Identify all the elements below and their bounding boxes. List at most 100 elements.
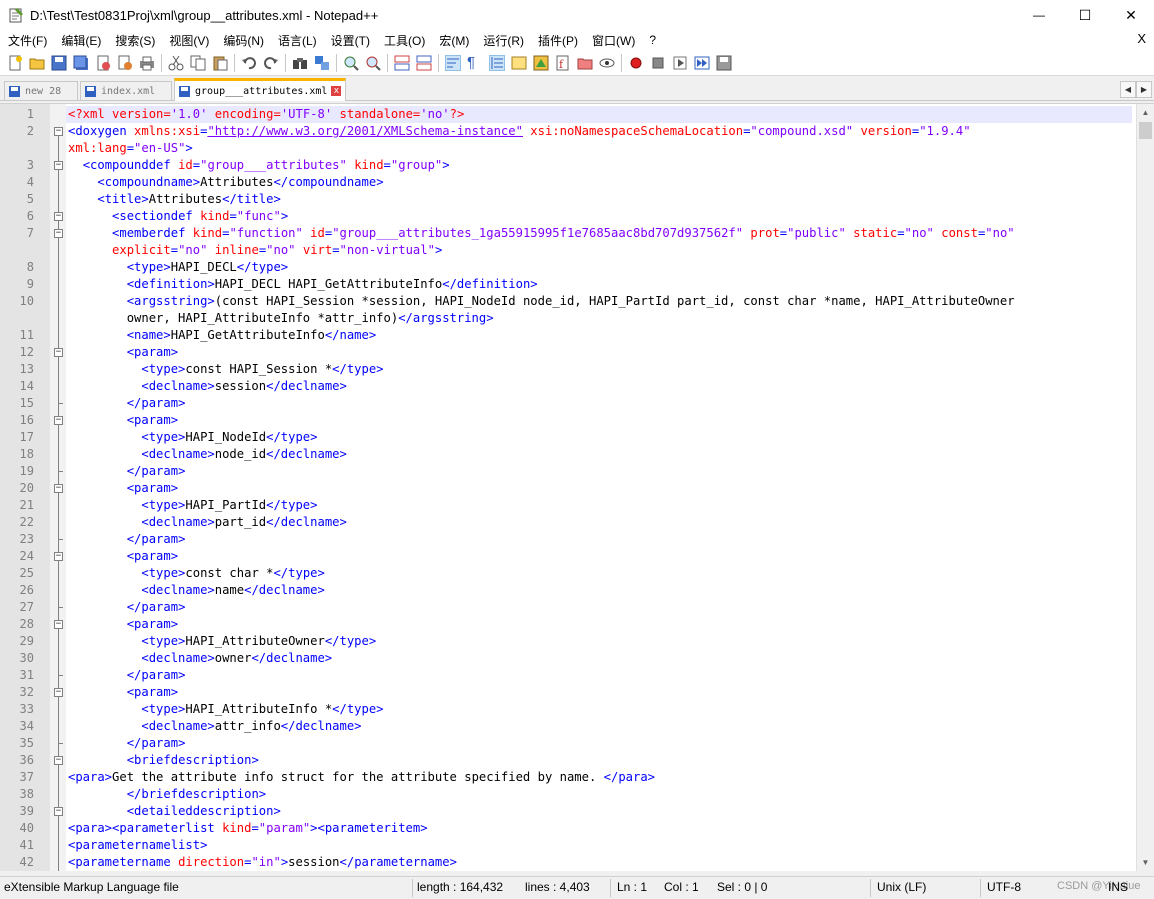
code-line[interactable]: <doxygen xmlns:xsi="http://www.w3.org/20… (68, 123, 971, 140)
code-line[interactable]: </param> (68, 735, 186, 752)
stop-macro-icon[interactable] (650, 55, 666, 71)
print-icon[interactable] (139, 55, 155, 71)
code-line[interactable]: </param> (68, 395, 186, 412)
open-file-icon[interactable] (29, 55, 45, 71)
find-icon[interactable] (292, 55, 308, 71)
scroll-up-arrow-icon[interactable]: ▲ (1137, 104, 1154, 121)
code-line[interactable]: <detaileddescription> (68, 803, 281, 820)
monitoring-icon[interactable] (599, 55, 615, 71)
menu-encoding[interactable]: 编码(N) (215, 32, 270, 49)
code-line[interactable]: <type>HAPI_AttributeInfo *</type> (68, 701, 383, 718)
menu-search[interactable]: 搜索(S) (107, 32, 161, 49)
code-line[interactable]: <name>HAPI_GetAttributeInfo</name> (68, 327, 377, 344)
menu-language[interactable]: 语言(L) (270, 32, 323, 49)
tab-scroll-right-button[interactable]: ▶ (1136, 81, 1152, 98)
paste-icon[interactable] (212, 55, 228, 71)
menu-file[interactable]: 文件(F) (0, 32, 53, 49)
run-macro-multiple-icon[interactable] (694, 55, 710, 71)
code-line[interactable]: <parameternamelist> (68, 837, 207, 854)
close-all-icon[interactable] (117, 55, 133, 71)
tab-new-28[interactable]: new 28 (4, 81, 78, 100)
code-line[interactable]: <type>HAPI_DECL</type> (68, 259, 288, 276)
menu-macro[interactable]: 宏(M) (431, 32, 475, 49)
close-document-button[interactable]: X (1137, 31, 1146, 46)
code-line[interactable]: <definition>HAPI_DECL HAPI_GetAttributeI… (68, 276, 538, 293)
code-line[interactable]: owner, HAPI_AttributeInfo *attr_info)</a… (68, 310, 494, 327)
code-line[interactable]: </param> (68, 463, 186, 480)
menu-tools[interactable]: 工具(O) (376, 32, 431, 49)
fold-toggle-icon[interactable]: − (54, 484, 63, 493)
fold-toggle-icon[interactable]: − (54, 807, 63, 816)
fold-toggle-icon[interactable]: − (54, 212, 63, 221)
vertical-scrollbar[interactable]: ▲ ▼ (1136, 104, 1154, 871)
menu-plugins[interactable]: 插件(P) (530, 32, 584, 49)
show-all-chars-icon[interactable]: ¶ (467, 54, 483, 71)
code-line[interactable]: <type>HAPI_NodeId</type> (68, 429, 317, 446)
sync-vertical-icon[interactable] (394, 55, 410, 71)
doc-map-icon[interactable] (533, 55, 549, 71)
code-line[interactable]: <para>Get the attribute info struct for … (68, 769, 655, 786)
cut-icon[interactable] (168, 55, 184, 71)
code-line[interactable]: <parametername direction="in">session</p… (68, 854, 457, 871)
code-line[interactable]: <param> (68, 616, 178, 633)
save-all-icon[interactable] (73, 55, 89, 71)
status-encoding[interactable]: UTF-8 (987, 880, 1021, 894)
scroll-down-arrow-icon[interactable]: ▼ (1137, 854, 1154, 871)
code-line[interactable]: </briefdescription> (68, 786, 266, 803)
tab-close-icon[interactable]: x (331, 86, 342, 96)
minimize-button[interactable]: — (1016, 0, 1062, 30)
code-line[interactable]: <type>const char *</type> (68, 565, 324, 582)
code-line[interactable]: <declname>node_id</declname> (68, 446, 346, 463)
maximize-button[interactable]: ☐ (1062, 0, 1108, 30)
close-button[interactable]: ✕ (1108, 0, 1154, 30)
tab-index-xml[interactable]: index.xml (80, 81, 172, 100)
code-line[interactable]: <declname>attr_info</declname> (68, 718, 361, 735)
code-line[interactable]: <type>const HAPI_Session *</type> (68, 361, 383, 378)
redo-icon[interactable] (263, 55, 279, 71)
undo-icon[interactable] (241, 55, 257, 71)
zoom-in-icon[interactable] (343, 55, 359, 71)
function-list-icon[interactable]: f (555, 55, 571, 71)
fold-toggle-icon[interactable]: − (54, 161, 63, 170)
code-line[interactable]: <sectiondef kind="func"> (68, 208, 288, 225)
code-line[interactable]: <declname>part_id</declname> (68, 514, 346, 531)
code-line[interactable]: <para><parameterlist kind="param"><param… (68, 820, 428, 837)
code-line[interactable]: <declname>name</declname> (68, 582, 324, 599)
code-line[interactable]: <argsstring>(const HAPI_Session *session… (68, 293, 1015, 310)
code-line[interactable]: xml:lang="en-US"> (68, 140, 193, 157)
code-line[interactable]: <type>HAPI_PartId</type> (68, 497, 317, 514)
code-line[interactable]: <title>Attributes</title> (68, 191, 280, 208)
editor[interactable]: 1 2 3 4 5 6 7 8 9 10 11 12 13 14 15 16 17 18 19 20 21 22 23 24 2… (0, 103, 1154, 871)
fold-toggle-icon[interactable]: − (54, 127, 63, 136)
code-line[interactable]: <compoundname>Attributes</compoundname> (68, 174, 383, 191)
code-line[interactable]: <param> (68, 344, 178, 361)
code-line[interactable]: <memberdef kind="function" id="group___a… (68, 225, 1015, 242)
code-line[interactable]: explicit="no" inline="no" virt="non-virt… (68, 242, 442, 259)
folder-workspace-icon[interactable] (577, 55, 593, 71)
copy-icon[interactable] (190, 55, 206, 71)
code-line[interactable]: <param> (68, 548, 178, 565)
new-file-icon[interactable] (7, 55, 23, 71)
replace-icon[interactable] (314, 55, 330, 71)
fold-toggle-icon[interactable]: − (54, 348, 63, 357)
code-line[interactable]: <param> (68, 684, 178, 701)
record-macro-icon[interactable] (628, 55, 644, 71)
fold-toggle-icon[interactable]: − (54, 416, 63, 425)
status-insert-mode[interactable]: INS (1108, 880, 1128, 894)
fold-toggle-icon[interactable]: − (54, 552, 63, 561)
scrollbar-thumb[interactable] (1139, 122, 1152, 139)
fold-toggle-icon[interactable]: − (54, 229, 63, 238)
tab-group-attributes-xml[interactable]: group___attributes.xml x (174, 78, 346, 101)
save-macro-icon[interactable] (716, 55, 732, 71)
zoom-out-icon[interactable] (365, 55, 381, 71)
word-wrap-icon[interactable] (445, 54, 461, 71)
code-line[interactable]: <?xml version='1.0' encoding='UTF-8' sta… (68, 106, 464, 123)
menu-window[interactable]: 窗口(W) (584, 32, 641, 49)
menu-help[interactable]: ? (641, 33, 662, 47)
indent-guide-icon[interactable] (489, 54, 505, 71)
code-line[interactable]: <param> (68, 412, 178, 429)
fold-toggle-icon[interactable]: − (54, 756, 63, 765)
save-icon[interactable] (51, 55, 67, 71)
menu-edit[interactable]: 编辑(E) (53, 32, 107, 49)
code-line[interactable]: </param> (68, 667, 186, 684)
